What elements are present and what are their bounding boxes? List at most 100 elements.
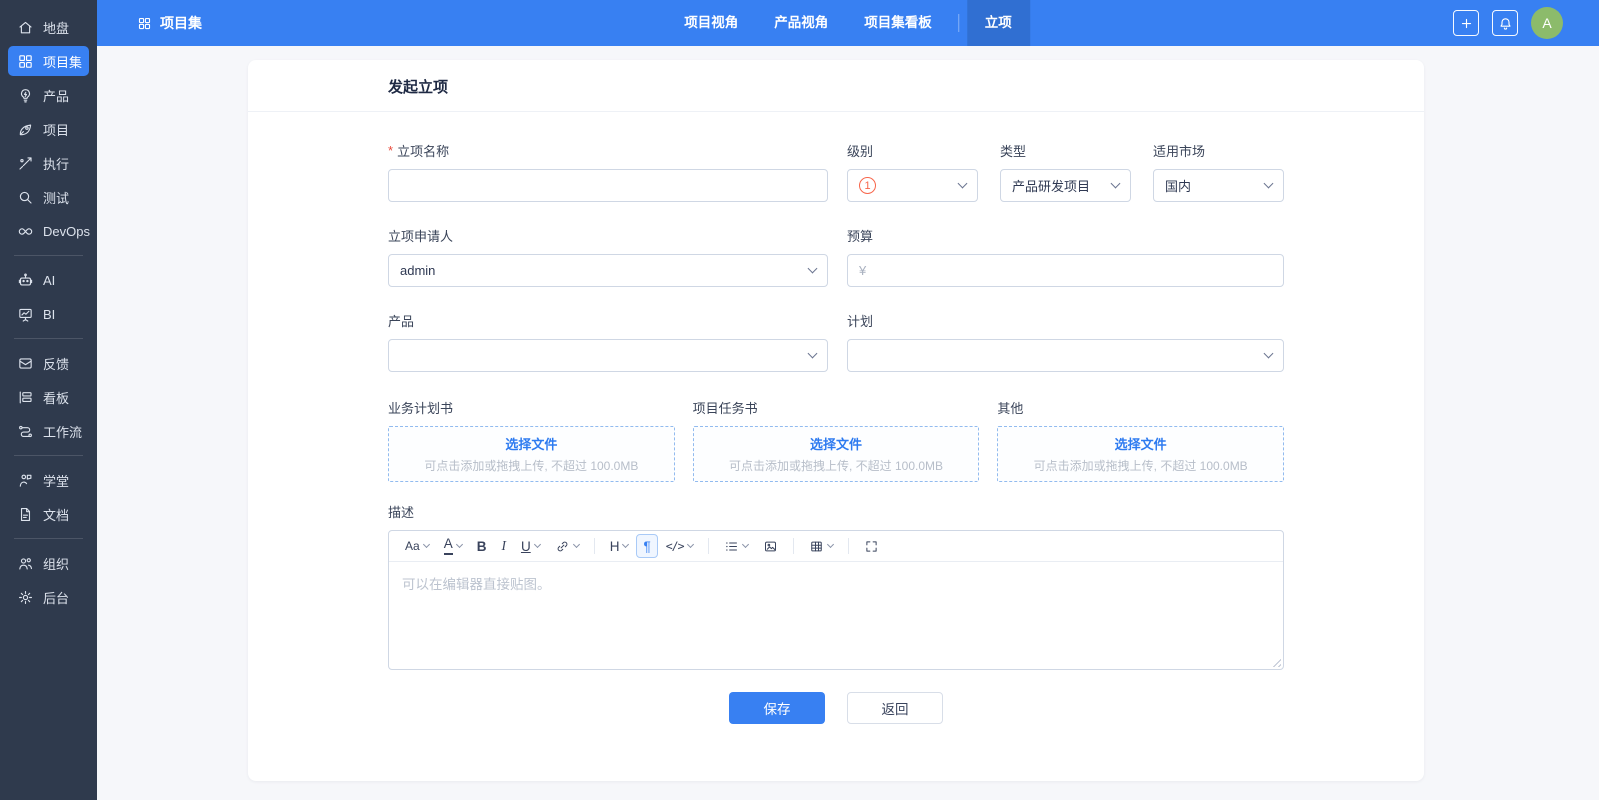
sidebar-item-execution[interactable]: 执行	[8, 148, 89, 178]
avatar[interactable]: A	[1531, 7, 1563, 39]
applicant-select[interactable]: admin	[388, 254, 828, 287]
rocket-icon	[17, 121, 34, 138]
sidebar-item-admin[interactable]: 后台	[8, 582, 89, 612]
editor-toolbar: Aa A B I U H ¶ </>	[389, 531, 1283, 562]
sidebar-item-label: 工作流	[43, 424, 83, 440]
page-title: 发起立项	[248, 60, 1424, 112]
initiate-form: * 立项名称 级别 1 类型 产品研发项目 适用市场 国内 立项申请人 admi…	[388, 112, 1285, 724]
sidebar-item-docs[interactable]: 文档	[8, 499, 89, 529]
description-editor: Aa A B I U H ¶ </> 可以在编辑器直接贴图。	[388, 530, 1284, 670]
upload-hint: 可点击添加或拖拽上传, 不超过 100.0MB	[424, 459, 639, 473]
text-color-button[interactable]: A	[437, 534, 469, 558]
sidebar-item-organization[interactable]: 组织	[8, 548, 89, 578]
level-select[interactable]: 1	[847, 169, 978, 202]
chevron-down-icon	[741, 540, 749, 549]
chart-board-icon	[17, 306, 34, 323]
notifications-button[interactable]	[1492, 10, 1518, 36]
list-button[interactable]	[717, 534, 755, 558]
tab-product-view[interactable]: 产品视角	[756, 0, 846, 46]
required-asterisk: *	[388, 143, 394, 158]
chevron-down-icon	[572, 540, 580, 549]
sidebar-item-product[interactable]: 产品	[8, 80, 89, 110]
italic-button[interactable]: I	[494, 534, 513, 558]
sidebar-item-label: 看板	[43, 390, 70, 406]
mail-icon	[17, 355, 34, 372]
choose-file-button[interactable]: 选择文件	[505, 434, 557, 453]
project-task-upload[interactable]: 选择文件 可点击添加或拖拽上传, 不超过 100.0MB	[692, 426, 980, 482]
currency-prefix: ¥	[859, 263, 867, 278]
sidebar-item-ai[interactable]: AI	[8, 265, 89, 295]
tab-project-view[interactable]: 项目视角	[666, 0, 756, 46]
editor-content[interactable]: 可以在编辑器直接贴图。	[389, 562, 1283, 669]
chevron-down-icon	[826, 540, 834, 549]
tab-initiate[interactable]: 立项	[966, 0, 1030, 46]
type-select[interactable]: 产品研发项目	[1000, 169, 1131, 202]
sidebar-item-label: 反馈	[43, 356, 70, 372]
sidebar-item-label: 文档	[43, 507, 70, 523]
name-input[interactable]	[388, 169, 828, 202]
link-button[interactable]	[548, 534, 586, 558]
sidebar-item-bi[interactable]: BI	[8, 299, 89, 329]
robot-icon	[17, 272, 34, 289]
sidebar-item-label: 学堂	[43, 473, 70, 489]
sidebar-item-label: 组织	[43, 556, 70, 572]
other-files-upload[interactable]: 选择文件 可点击添加或拖拽上传, 不超过 100.0MB	[997, 426, 1285, 482]
infinity-icon	[17, 223, 34, 240]
sidebar-divider	[14, 538, 83, 539]
list-icon	[724, 539, 739, 554]
underline-button[interactable]: U	[514, 534, 547, 558]
paragraph-button[interactable]: ¶	[636, 534, 658, 558]
sidebar-item-workflow[interactable]: 工作流	[8, 416, 89, 446]
workflow-icon	[17, 423, 34, 440]
sidebar-divider	[14, 455, 83, 456]
product-select[interactable]	[388, 339, 828, 372]
tab-divider	[957, 14, 959, 32]
chevron-down-icon	[957, 178, 968, 189]
chevron-down-icon	[1110, 178, 1121, 189]
app-title[interactable]: 项目集	[137, 13, 202, 33]
document-icon	[17, 506, 34, 523]
back-button[interactable]: 返回	[847, 692, 943, 724]
fullscreen-button[interactable]	[857, 534, 886, 558]
app-title-label: 项目集	[160, 15, 202, 31]
sidebar-item-project[interactable]: 项目	[8, 114, 89, 144]
market-select[interactable]: 国内	[1153, 169, 1284, 202]
business-plan-upload[interactable]: 选择文件 可点击添加或拖拽上传, 不超过 100.0MB	[388, 426, 675, 482]
kanban-icon	[17, 389, 34, 406]
market-label: 适用市场	[1153, 144, 1206, 159]
add-button[interactable]	[1453, 10, 1479, 36]
save-button[interactable]: 保存	[729, 692, 825, 724]
heading-button[interactable]: H	[603, 534, 636, 558]
grid-icon	[17, 53, 34, 70]
resize-handle[interactable]	[1272, 658, 1281, 667]
sidebar-item-home[interactable]: 地盘	[8, 12, 89, 42]
table-icon	[809, 539, 824, 554]
sidebar-item-testing[interactable]: 测试	[8, 182, 89, 212]
toolbar-divider	[707, 538, 709, 554]
sidebar-item-label: DevOps	[43, 223, 90, 239]
bold-button[interactable]: B	[470, 534, 494, 558]
level-badge: 1	[859, 177, 876, 194]
image-button[interactable]	[756, 534, 785, 558]
code-button[interactable]: </>	[659, 534, 700, 558]
choose-file-button[interactable]: 选择文件	[810, 434, 862, 453]
font-family-button[interactable]: Aa	[398, 534, 436, 558]
sidebar-item-kanban[interactable]: 看板	[8, 382, 89, 412]
tab-program-kanban[interactable]: 项目集看板	[846, 0, 950, 46]
project-task-label: 项目任务书	[692, 401, 758, 416]
sidebar-divider	[14, 255, 83, 256]
chevron-down-icon	[1263, 178, 1274, 189]
type-label: 类型	[1000, 144, 1027, 159]
plan-label: 计划	[847, 314, 874, 329]
choose-file-button[interactable]: 选择文件	[1115, 434, 1167, 453]
form-card: 发起立项 * 立项名称 级别 1 类型 产品研发项目 适用市场 国内 立项申请人…	[248, 60, 1424, 781]
sidebar-item-label: 执行	[43, 156, 70, 172]
sidebar-item-devops[interactable]: DevOps	[8, 216, 90, 246]
budget-input[interactable]: ¥	[847, 254, 1284, 287]
sidebar-item-program[interactable]: 项目集	[8, 46, 89, 76]
sidebar-item-feedback[interactable]: 反馈	[8, 348, 89, 378]
table-button[interactable]	[802, 534, 840, 558]
school-icon	[17, 472, 34, 489]
plan-select[interactable]	[847, 339, 1284, 372]
sidebar-item-academy[interactable]: 学堂	[8, 465, 89, 495]
